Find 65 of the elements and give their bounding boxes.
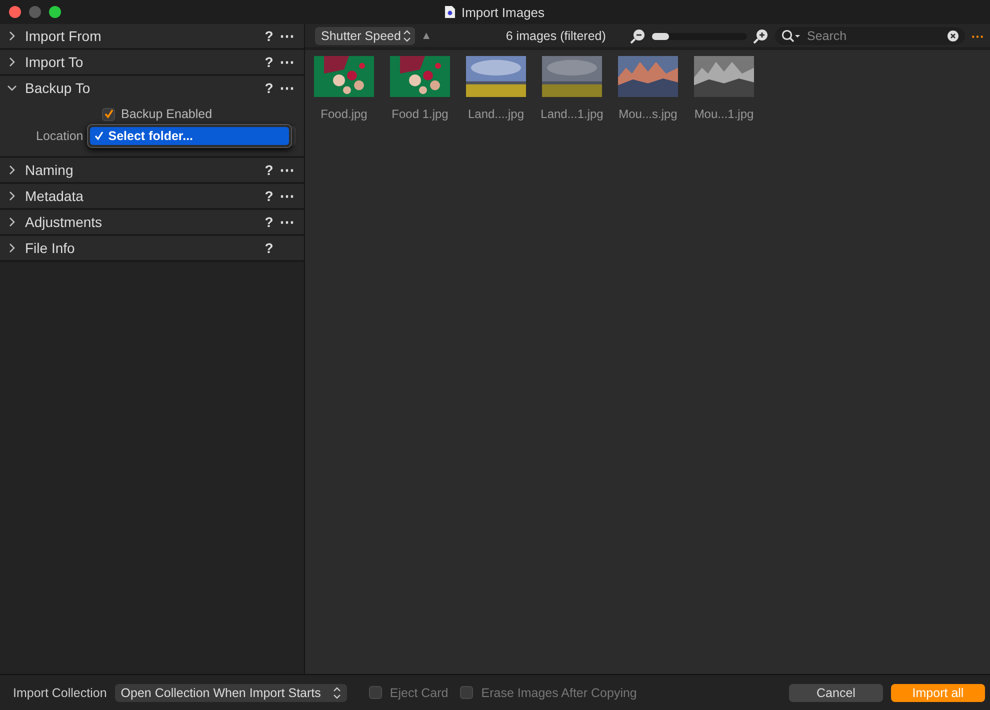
search-input[interactable]: Search (805, 28, 943, 44)
image-count: 6 images (filtered) (504, 29, 607, 43)
more-button[interactable]: ⋯ (971, 28, 984, 44)
checkmark-icon (94, 131, 104, 141)
collection-dropdown[interactable]: Open Collection When Import Starts (114, 684, 347, 702)
checkbox[interactable] (368, 686, 382, 699)
field-label: Import Collection (13, 686, 107, 700)
menu-item-label: Select folder... (108, 129, 194, 143)
close-button[interactable] (9, 6, 21, 18)
stepper-icon (402, 30, 411, 42)
document-icon (445, 6, 456, 18)
field-label: Location (36, 129, 84, 143)
section-header[interactable]: Adjustments ? ⋯ (0, 210, 304, 234)
cancel-button[interactable]: Cancel (789, 684, 883, 702)
search-icon (781, 29, 801, 43)
chevron-icon (8, 243, 16, 253)
section-header[interactable]: Backup To ? ⋯ (0, 76, 304, 100)
chevron-icon (8, 191, 16, 201)
chevron-icon (7, 84, 17, 92)
checkbox[interactable] (102, 108, 115, 120)
clear-icon[interactable] (947, 30, 959, 42)
more-button[interactable]: ⋯ (276, 53, 298, 71)
sort-dropdown[interactable]: Shutter Speed (315, 27, 415, 45)
section-header[interactable]: Import To ? ⋯ (0, 50, 304, 74)
search-field[interactable]: Search (775, 27, 965, 45)
window-title: Import Images (461, 4, 545, 20)
file-name: Food 1.jpg (392, 107, 448, 121)
help-button[interactable]: ? (262, 188, 276, 204)
checkbox[interactable] (460, 686, 474, 699)
file-name: Land...1.jpg (540, 107, 604, 121)
file-name: Mou...1.jpg (694, 107, 754, 121)
checkbox-label: Backup Enabled (121, 107, 212, 121)
section-header[interactable]: Naming ? ⋯ (0, 158, 304, 182)
zoom-slider[interactable] (652, 32, 747, 40)
file-name: Food.jpg (320, 107, 368, 121)
file-name: Mou...s.jpg (618, 107, 678, 121)
more-button[interactable]: ⋯ (276, 79, 298, 97)
chevron-icon (8, 217, 16, 227)
checkbox-label: Eject Card (390, 686, 448, 700)
checkbox-label: Erase Images After Copying (481, 686, 637, 700)
more-button[interactable]: ⋯ (276, 213, 298, 231)
more-button[interactable]: ⋯ (276, 27, 298, 45)
zoom-out-icon[interactable] (630, 28, 646, 44)
minimize-button[interactable] (29, 6, 41, 18)
help-button[interactable]: ? (262, 214, 276, 230)
stepper-icon (332, 686, 341, 698)
section-header[interactable]: Import From ? ⋯ (0, 24, 304, 48)
zoom-button[interactable] (49, 6, 61, 18)
help-button[interactable]: ? (262, 28, 276, 44)
checkmark-icon (104, 109, 114, 119)
help-button[interactable]: ? (262, 54, 276, 70)
section-header[interactable]: Metadata ? ⋯ (0, 184, 304, 208)
section-header[interactable]: File Info ? (0, 236, 304, 260)
file-name: Land....jpg (468, 107, 524, 121)
sort-direction-button[interactable]: ▲ (420, 30, 432, 42)
more-button[interactable]: ⋯ (276, 161, 298, 179)
chevron-icon (8, 165, 16, 175)
menu-item[interactable]: Select folder... (90, 127, 289, 145)
chevron-icon (8, 57, 16, 67)
help-button[interactable]: ? (262, 240, 276, 256)
more-button[interactable]: ⋯ (276, 187, 298, 205)
zoom-in-icon[interactable] (753, 28, 769, 44)
help-button[interactable]: ? (262, 162, 276, 178)
chevron-icon (8, 31, 16, 41)
help-button[interactable]: ? (262, 80, 276, 96)
